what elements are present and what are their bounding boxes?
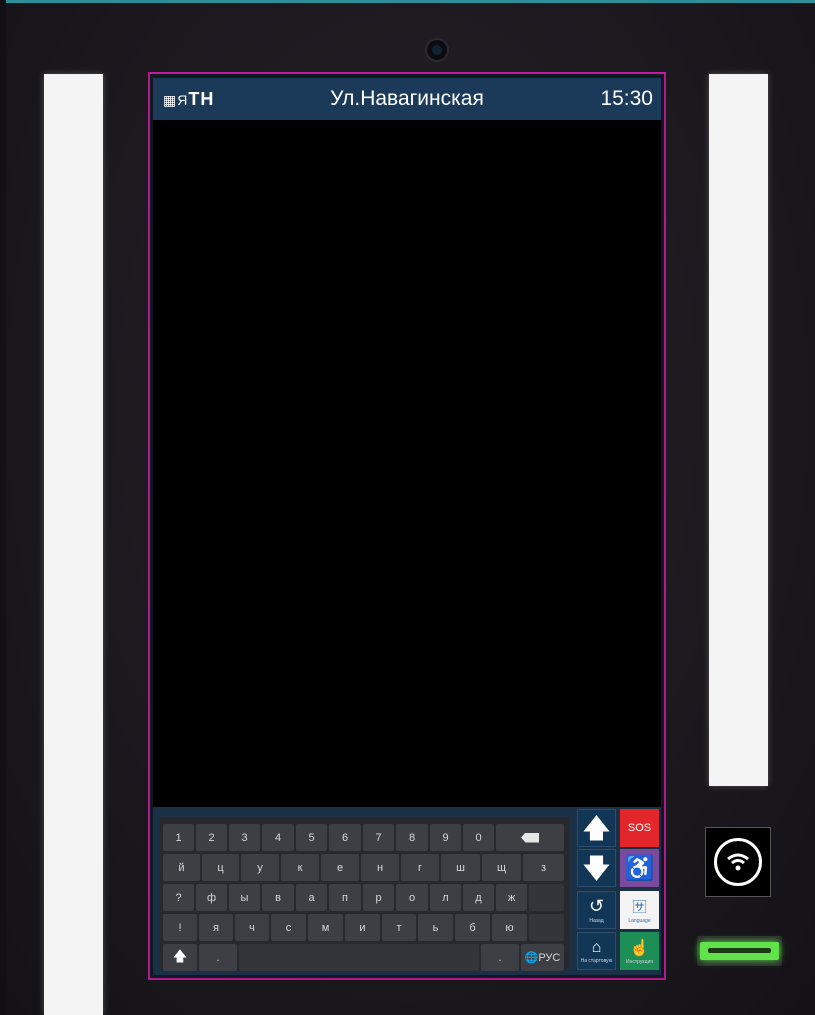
- back-label: Назад: [589, 918, 604, 924]
- on-screen-keyboard: 1 2 3 4 5 6 7 8 9 0 й ц у к е н г ш щ з …: [159, 817, 569, 971]
- home-label: На стартовую: [580, 957, 613, 964]
- key[interactable]: з: [523, 854, 564, 881]
- scroll-up-button[interactable]: 🡅: [577, 809, 616, 847]
- scroll-down-button[interactable]: 🡇: [577, 849, 616, 887]
- wifi-icon: [727, 853, 749, 871]
- home-icon: ⌂: [591, 938, 602, 956]
- key[interactable]: п: [329, 884, 361, 911]
- card-slot-led: [700, 942, 779, 960]
- key[interactable]: т: [382, 914, 416, 941]
- key[interactable]: 8: [396, 824, 428, 851]
- key[interactable]: ф: [196, 884, 227, 911]
- key[interactable]: у: [241, 854, 279, 881]
- key[interactable]: г: [401, 854, 439, 881]
- key[interactable]: 7: [363, 824, 394, 851]
- key[interactable]: с: [271, 914, 306, 941]
- arrow-down-icon: 🡇: [583, 853, 610, 883]
- key[interactable]: а: [296, 884, 327, 911]
- clock: 15:30: [600, 87, 653, 110]
- sos-button[interactable]: SOS: [620, 809, 659, 847]
- station-name: Ул.Навагинская: [330, 87, 484, 110]
- language-switch-key[interactable]: 🌐РУС: [521, 944, 564, 971]
- key[interactable]: к: [281, 854, 319, 881]
- frame-edge: [0, 0, 6, 1015]
- language-button[interactable]: 🈂 Language: [620, 891, 659, 929]
- key[interactable]: ч: [235, 914, 269, 941]
- instructions-button[interactable]: ☝ Инструкция: [620, 932, 659, 970]
- accessibility-button[interactable]: ♿: [620, 849, 659, 887]
- arrow-up-icon: 🡅: [583, 813, 610, 843]
- key[interactable]: 2: [196, 824, 227, 851]
- card-slot[interactable]: [697, 936, 782, 966]
- camera-lens: [427, 40, 447, 60]
- key[interactable]: б: [455, 914, 490, 941]
- key[interactable]: 3: [229, 824, 260, 851]
- kiosk-screen: ▦ЯTH Ул.Навагинская 15:30 1 2 3 4 5 6 7 …: [153, 78, 661, 975]
- contactless-icon: [714, 838, 762, 886]
- left-light-panel: [44, 74, 103, 1015]
- blank-key[interactable]: [529, 884, 564, 911]
- back-button[interactable]: ↺ Назад: [577, 891, 616, 929]
- screen-header: ▦ЯTH Ул.Навагинская 15:30: [153, 78, 661, 120]
- key[interactable]: о: [396, 884, 428, 911]
- backspace-icon: [521, 832, 539, 843]
- key[interactable]: ю: [492, 914, 527, 941]
- shift-icon: 🡅: [172, 947, 188, 964]
- key[interactable]: д: [463, 884, 494, 911]
- language-label: Language: [628, 917, 651, 924]
- period-key[interactable]: .: [481, 944, 519, 971]
- key[interactable]: й: [163, 854, 200, 881]
- key[interactable]: и: [345, 914, 380, 941]
- keyboard-panel: 1 2 3 4 5 6 7 8 9 0 й ц у к е н г ш щ з …: [153, 807, 661, 975]
- key[interactable]: р: [363, 884, 394, 911]
- top-accent-strip: [0, 0, 815, 3]
- key[interactable]: 6: [329, 824, 361, 851]
- key[interactable]: ж: [496, 884, 527, 911]
- hand-pointer-icon: ☝: [629, 939, 650, 957]
- key[interactable]: 9: [430, 824, 461, 851]
- main-content-area: [153, 120, 661, 807]
- blank-key[interactable]: [529, 914, 564, 941]
- key[interactable]: ?: [163, 884, 194, 911]
- home-button[interactable]: ⌂ На стартовую: [577, 932, 616, 970]
- key[interactable]: 1: [163, 824, 194, 851]
- shift-key[interactable]: 🡅: [163, 944, 197, 971]
- nfc-reader[interactable]: [705, 827, 771, 897]
- key[interactable]: 4: [262, 824, 294, 851]
- key[interactable]: 5: [296, 824, 327, 851]
- period-key[interactable]: .: [199, 944, 237, 971]
- key[interactable]: 0: [463, 824, 494, 851]
- key[interactable]: ц: [202, 854, 239, 881]
- translate-icon: 🈂: [632, 898, 647, 915]
- back-icon: ↺: [588, 896, 605, 916]
- key[interactable]: л: [430, 884, 461, 911]
- key[interactable]: ь: [418, 914, 453, 941]
- instructions-label: Инструкция: [626, 958, 653, 965]
- key[interactable]: в: [262, 884, 294, 911]
- right-light-panel: [709, 74, 768, 786]
- key[interactable]: !: [163, 914, 197, 941]
- space-key[interactable]: [239, 944, 479, 971]
- key[interactable]: ы: [229, 884, 260, 911]
- key[interactable]: м: [308, 914, 343, 941]
- backspace-key[interactable]: [496, 824, 564, 851]
- key[interactable]: н: [361, 854, 399, 881]
- wheelchair-icon: ♿: [624, 854, 655, 882]
- key[interactable]: е: [321, 854, 359, 881]
- key[interactable]: я: [199, 914, 233, 941]
- key[interactable]: щ: [482, 854, 521, 881]
- key[interactable]: ш: [441, 854, 480, 881]
